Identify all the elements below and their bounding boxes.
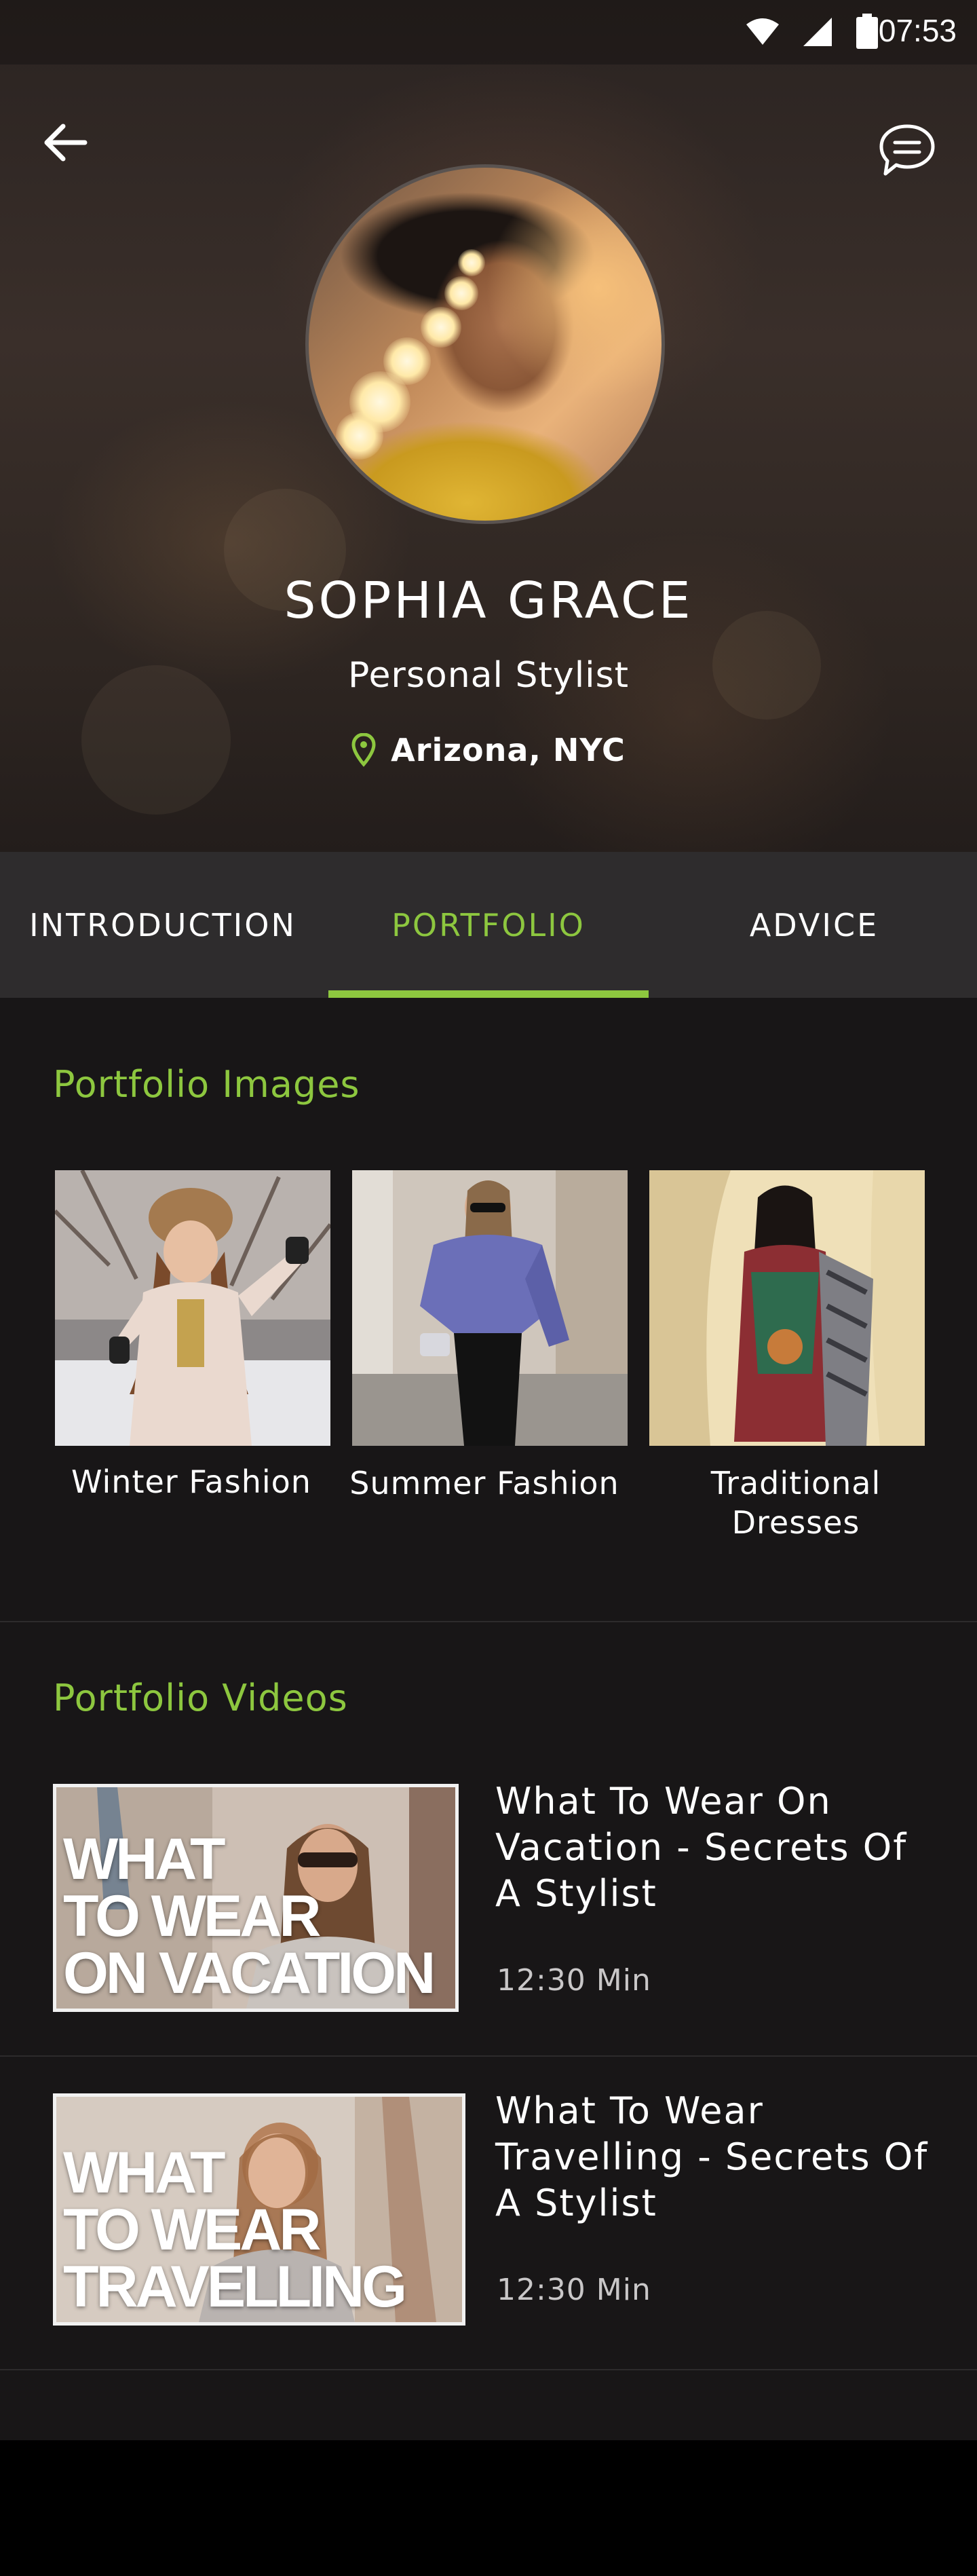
status-bar: 07:53 <box>0 0 977 64</box>
image-caption: Traditional Dresses <box>710 1465 881 1541</box>
chat-bubble-icon <box>879 124 935 176</box>
avatar <box>305 164 665 524</box>
video-duration: 12:30 Min <box>497 1963 651 1998</box>
video-thumbnail[interactable]: WHAT TO WEAR ON VACATION <box>53 1784 459 2012</box>
image-caption: Summer Fashion <box>349 1465 619 1501</box>
thumbnail-caption: WHAT TO WEAR ON VACATION <box>63 1827 436 2006</box>
status-time: 07:53 <box>878 13 957 48</box>
battery-icon <box>856 14 878 49</box>
fairy-light <box>444 276 478 310</box>
row-divider <box>0 2369 977 2370</box>
image-caption: Winter Fashion <box>71 1463 311 1500</box>
fairy-light <box>421 307 461 348</box>
video-title[interactable]: What To Wear Travelling - Secrets Of A S… <box>495 2088 936 2226</box>
tab-introduction[interactable]: INTRODUCTION <box>0 852 326 998</box>
profile-header: 07:53 SOPHIA GRACE Personal Stylist Ariz… <box>0 0 977 852</box>
video-list-item[interactable]: WHAT TO WEAR TRAVELLING What To Wear Tra… <box>0 2069 977 2368</box>
back-button[interactable] <box>38 115 92 170</box>
thumbnail-caption: WHAT TO WEAR TRAVELLING <box>63 2140 407 2319</box>
video-duration: 12:30 Min <box>497 2273 651 2307</box>
row-divider <box>0 2055 977 2057</box>
portfolio-image-card[interactable] <box>352 1170 628 1446</box>
wifi-icon <box>746 18 779 45</box>
profile-location: Arizona, NYC <box>0 732 977 768</box>
video-thumbnail[interactable]: WHAT TO WEAR TRAVELLING <box>53 2093 465 2326</box>
profile-role: Personal Stylist <box>347 655 630 696</box>
arrow-left-icon <box>44 124 88 162</box>
portfolio-image-card[interactable] <box>649 1170 925 1446</box>
location-pin-icon <box>351 733 376 767</box>
profile-name: SOPHIA GRACE <box>284 572 693 630</box>
portfolio-images-title: Portfolio Images <box>53 1063 360 1106</box>
chat-button[interactable] <box>877 121 938 182</box>
video-list-item[interactable]: WHAT TO WEAR ON VACATION What To Wear On… <box>0 1758 977 2057</box>
portfolio-image-card[interactable] <box>55 1170 330 1446</box>
fairy-light <box>383 337 431 385</box>
winter-fashion-image <box>55 1170 330 1446</box>
tab-portfolio[interactable]: PORTFOLIO <box>326 852 651 998</box>
portfolio-videos-title: Portfolio Videos <box>53 1677 348 1719</box>
bottom-safe-area <box>0 2440 977 2576</box>
traditional-dresses-image <box>649 1170 925 1446</box>
fairy-light <box>336 412 383 460</box>
video-title[interactable]: What To Wear On Vacation - Secrets Of A … <box>495 1778 936 1917</box>
signal-icon <box>803 18 832 46</box>
section-divider <box>0 1621 977 1622</box>
tab-advice[interactable]: ADVICE <box>651 852 977 998</box>
tab-bar: INTRODUCTION PORTFOLIO ADVICE <box>0 852 977 998</box>
fairy-light <box>458 249 485 276</box>
summer-fashion-image <box>352 1170 628 1446</box>
location-text: Arizona, NYC <box>391 732 626 768</box>
